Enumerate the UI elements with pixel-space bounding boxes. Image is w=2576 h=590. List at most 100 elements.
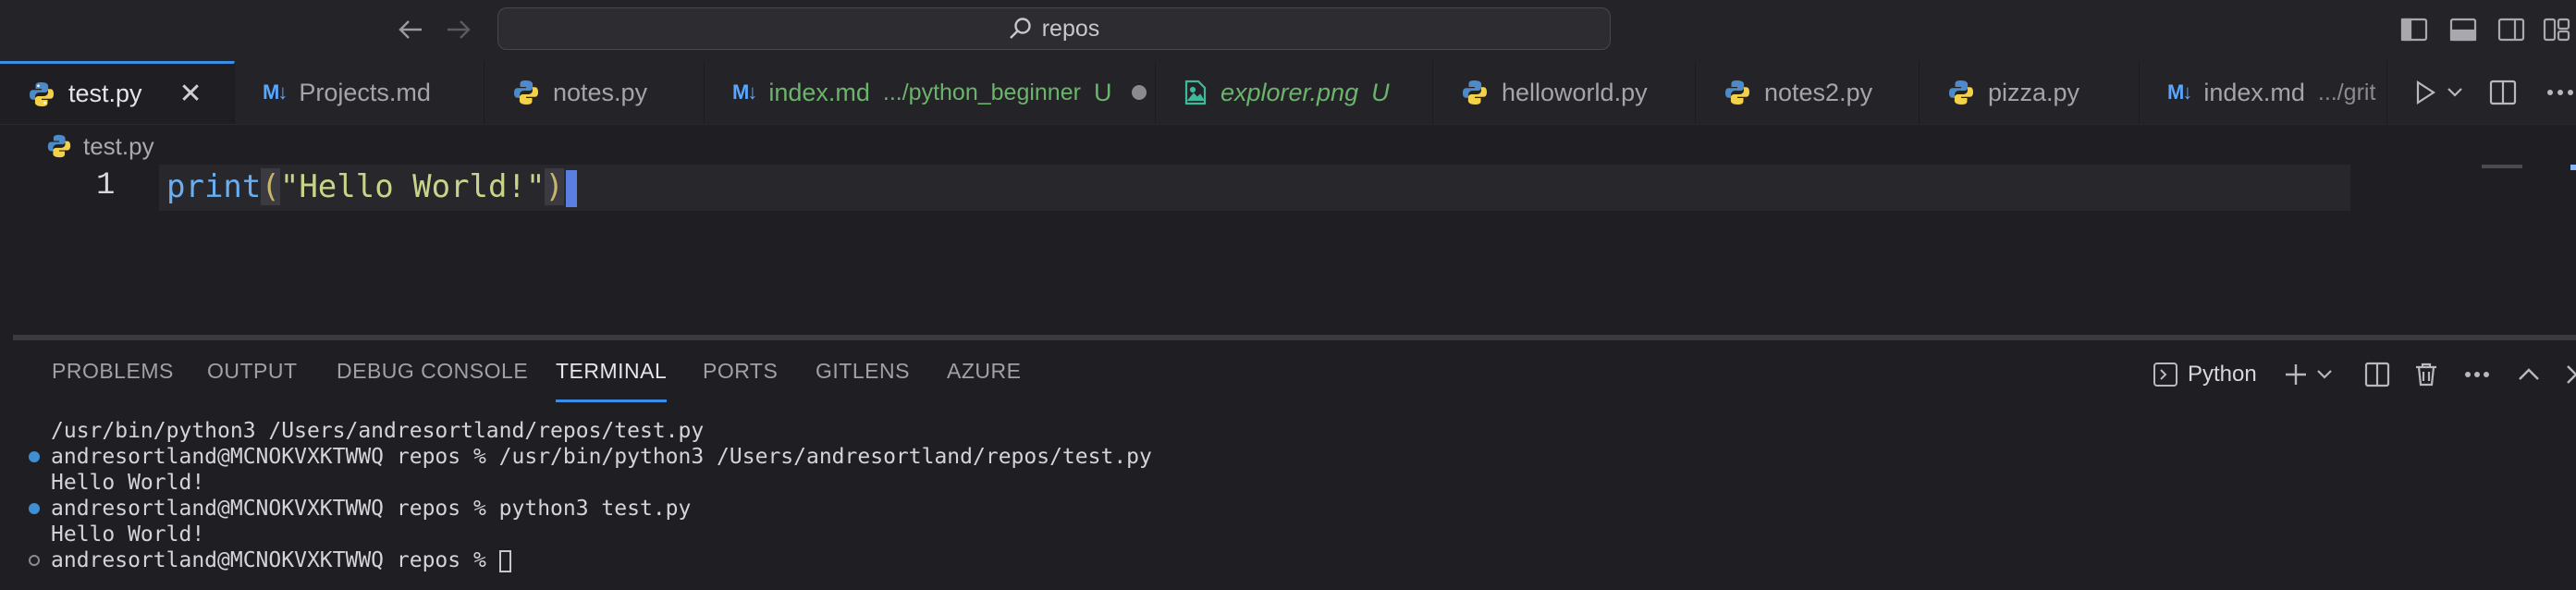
editor-tab-bar: test.py ✕ M↓ Projects.md notes.py M↓ ind… bbox=[0, 61, 2576, 125]
terminal-line: andresortland@MCNOKVXKTWWQ repos % /usr/… bbox=[0, 444, 2576, 470]
tab-notes2-py[interactable]: notes2.py bbox=[1696, 61, 1920, 124]
chevron-down-icon bbox=[2447, 88, 2462, 97]
split-editor-icon bbox=[2489, 80, 2517, 105]
tab-pizza-py[interactable]: pizza.py bbox=[1920, 61, 2140, 124]
command-center-text: repos bbox=[1041, 15, 1100, 42]
terminal-line: /usr/bin/python3 /Users/andresortland/re… bbox=[0, 418, 2576, 444]
panel-tab-gitlens[interactable]: GITLENS bbox=[816, 359, 910, 392]
tab-description: .../grit bbox=[2317, 79, 2376, 105]
panel-bottom-icon bbox=[2449, 18, 2477, 42]
tab-label: notes2.py bbox=[1764, 78, 1873, 106]
code-line[interactable]: print("Hello World!") bbox=[166, 168, 577, 207]
more-icon bbox=[2547, 90, 2573, 95]
plus-icon bbox=[2285, 364, 2306, 385]
close-icon[interactable]: ✕ bbox=[179, 78, 202, 110]
run-python-file-button[interactable] bbox=[2413, 80, 2437, 105]
chevron-down-icon bbox=[2316, 370, 2332, 379]
toggle-primary-sidebar-button[interactable] bbox=[2397, 13, 2432, 46]
search-icon bbox=[1009, 18, 1031, 39]
python-icon bbox=[46, 133, 72, 159]
markdown-icon: M↓ bbox=[2167, 80, 2192, 104]
new-terminal-button[interactable] bbox=[2283, 362, 2309, 387]
terminal-selector[interactable]: Python bbox=[2153, 362, 2257, 387]
terminal-profile-dropdown[interactable] bbox=[2316, 369, 2333, 380]
tab-notes-py[interactable]: notes.py bbox=[485, 61, 705, 124]
play-icon bbox=[2416, 80, 2436, 105]
tab-label: helloworld.py bbox=[1502, 78, 1648, 106]
code-paren-token: ( bbox=[261, 168, 280, 205]
tab-git-status: U bbox=[1371, 78, 1390, 106]
terminal-line: Hello World! bbox=[0, 522, 2576, 547]
terminal-line-text: andresortland@MCNOKVXKTWWQ repos % bbox=[51, 548, 499, 572]
tab-helloworld-py[interactable]: helloworld.py bbox=[1433, 61, 1696, 124]
sidebar-left-icon bbox=[2400, 18, 2428, 42]
python-icon bbox=[1947, 79, 1975, 106]
code-paren-token: ) bbox=[545, 168, 564, 205]
image-icon bbox=[1184, 80, 1208, 105]
tab-git-status: U bbox=[1093, 78, 1112, 106]
unsaved-dot-icon[interactable] bbox=[1132, 85, 1147, 100]
panel-tab-output[interactable]: OUTPUT bbox=[207, 359, 298, 392]
line-number: 1 bbox=[96, 168, 116, 203]
terminal-line: andresortland@MCNOKVXKTWWQ repos % pytho… bbox=[0, 496, 2576, 522]
tab-projects-md[interactable]: M↓ Projects.md bbox=[235, 61, 485, 124]
python-icon bbox=[1461, 79, 1489, 106]
breadcrumb[interactable]: test.py bbox=[46, 128, 154, 165]
tab-test-py[interactable]: test.py ✕ bbox=[0, 61, 235, 124]
panel-tab-problems[interactable]: PROBLEMS bbox=[52, 359, 174, 392]
tab-label: index.md bbox=[768, 78, 870, 106]
maximize-panel-button[interactable] bbox=[2518, 368, 2540, 381]
split-editor-button[interactable] bbox=[2489, 80, 2517, 105]
arrow-left-icon bbox=[399, 20, 422, 39]
code-editor[interactable]: 1 print("Hello World!") bbox=[0, 165, 2576, 333]
toggle-secondary-sidebar-button[interactable] bbox=[2494, 13, 2529, 46]
python-icon bbox=[28, 80, 55, 108]
code-string-token: "Hello World!" bbox=[279, 168, 546, 205]
command-decoration-icon[interactable] bbox=[29, 503, 40, 514]
tab-label: Projects.md bbox=[299, 78, 431, 106]
layout-icon bbox=[2543, 18, 2570, 42]
tab-label: pizza.py bbox=[1988, 78, 2080, 106]
tab-description: .../python_beginner bbox=[882, 79, 1081, 105]
terminal-icon bbox=[2153, 363, 2177, 387]
panel-tab-azure[interactable]: AZURE bbox=[947, 359, 1021, 392]
minimap[interactable] bbox=[2482, 165, 2522, 168]
command-center-search[interactable]: repos bbox=[497, 7, 1611, 50]
back-button[interactable] bbox=[392, 13, 429, 46]
text-cursor bbox=[565, 169, 577, 207]
run-options-dropdown[interactable] bbox=[2447, 87, 2463, 98]
tab-index-md-grit[interactable]: M↓ index.md .../grit bbox=[2140, 61, 2387, 124]
more-actions-button[interactable] bbox=[2464, 371, 2490, 378]
close-panel-button[interactable] bbox=[2566, 364, 2576, 385]
kill-terminal-button[interactable] bbox=[2414, 362, 2438, 387]
toggle-panel-button[interactable] bbox=[2446, 13, 2481, 46]
close-icon bbox=[2566, 365, 2576, 384]
customize-layout-button[interactable] bbox=[2543, 13, 2576, 46]
split-icon bbox=[2364, 362, 2389, 387]
tab-label: notes.py bbox=[553, 78, 648, 106]
tab-index-md-python-beginner[interactable]: M↓ index.md .../python_beginner U bbox=[705, 61, 1156, 124]
scrollbar-marker[interactable] bbox=[2570, 165, 2576, 170]
panel-tab-debug-console[interactable]: DEBUG CONSOLE bbox=[337, 359, 528, 392]
python-icon bbox=[512, 79, 540, 106]
panel-tab-terminal[interactable]: TERMINAL bbox=[556, 359, 668, 402]
terminal-line-text: Hello World! bbox=[51, 522, 205, 547]
terminal-line: andresortland@MCNOKVXKTWWQ repos % bbox=[0, 547, 2576, 573]
terminal-line-text: /usr/bin/python3 /Users/andresortland/re… bbox=[51, 419, 705, 443]
panel-tab-ports[interactable]: PORTS bbox=[703, 359, 778, 392]
command-decoration-icon[interactable] bbox=[29, 451, 40, 462]
terminal-cursor bbox=[498, 549, 511, 572]
breadcrumb-file[interactable]: test.py bbox=[83, 132, 154, 161]
terminal-name: Python bbox=[2188, 362, 2257, 387]
terminal-line-text: andresortland@MCNOKVXKTWWQ repos % /usr/… bbox=[51, 445, 1152, 469]
panel-actions: Python bbox=[2153, 353, 2576, 396]
markdown-icon: M↓ bbox=[732, 80, 757, 104]
split-terminal-button[interactable] bbox=[2364, 362, 2390, 387]
terminal-output[interactable]: /usr/bin/python3 /Users/andresortland/re… bbox=[0, 418, 2576, 573]
more-actions-button[interactable] bbox=[2546, 89, 2574, 96]
forward-button[interactable] bbox=[440, 13, 477, 46]
command-decoration-icon[interactable] bbox=[29, 555, 40, 566]
tab-explorer-png[interactable]: explorer.png U bbox=[1156, 61, 1433, 124]
title-bar: repos bbox=[0, 0, 2576, 61]
code-function-token: print bbox=[166, 168, 262, 205]
